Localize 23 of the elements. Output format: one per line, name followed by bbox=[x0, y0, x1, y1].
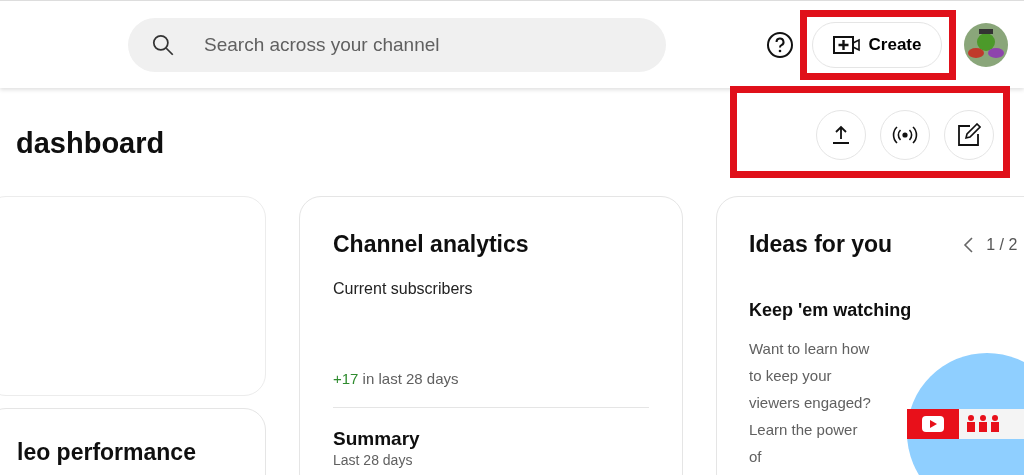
live-button[interactable] bbox=[880, 110, 930, 160]
edit-icon bbox=[957, 123, 981, 147]
video-add-icon bbox=[832, 34, 861, 55]
upload-button[interactable] bbox=[816, 110, 866, 160]
card-title: leo performance bbox=[17, 439, 197, 466]
idea-text: Want to learn how to keep your viewers engaged? Learn the power of bbox=[749, 339, 871, 467]
help-icon[interactable] bbox=[766, 30, 794, 59]
create-button[interactable]: Create bbox=[812, 21, 942, 68]
card-title: Ideas for you bbox=[749, 231, 893, 258]
card-title: Channel analytics bbox=[333, 231, 530, 258]
edit-button[interactable] bbox=[944, 110, 994, 160]
avatar-icon[interactable] bbox=[964, 22, 1008, 67]
upload-icon bbox=[830, 124, 852, 146]
page-counter: 1 / 2 bbox=[986, 235, 1018, 254]
search-field[interactable]: Search across your channel bbox=[128, 17, 666, 72]
page-title: dashboard bbox=[16, 126, 165, 160]
subscribers-label: Current subscribers bbox=[333, 280, 474, 298]
subscriber-change: +17 in last 28 days bbox=[333, 370, 460, 387]
idea-title: Keep 'em watching bbox=[749, 300, 913, 321]
summary-title: Summary bbox=[333, 428, 421, 450]
summary-period: Last 28 days bbox=[333, 452, 414, 468]
broadcast-icon bbox=[892, 126, 918, 144]
chevron-left-icon[interactable] bbox=[962, 235, 975, 254]
